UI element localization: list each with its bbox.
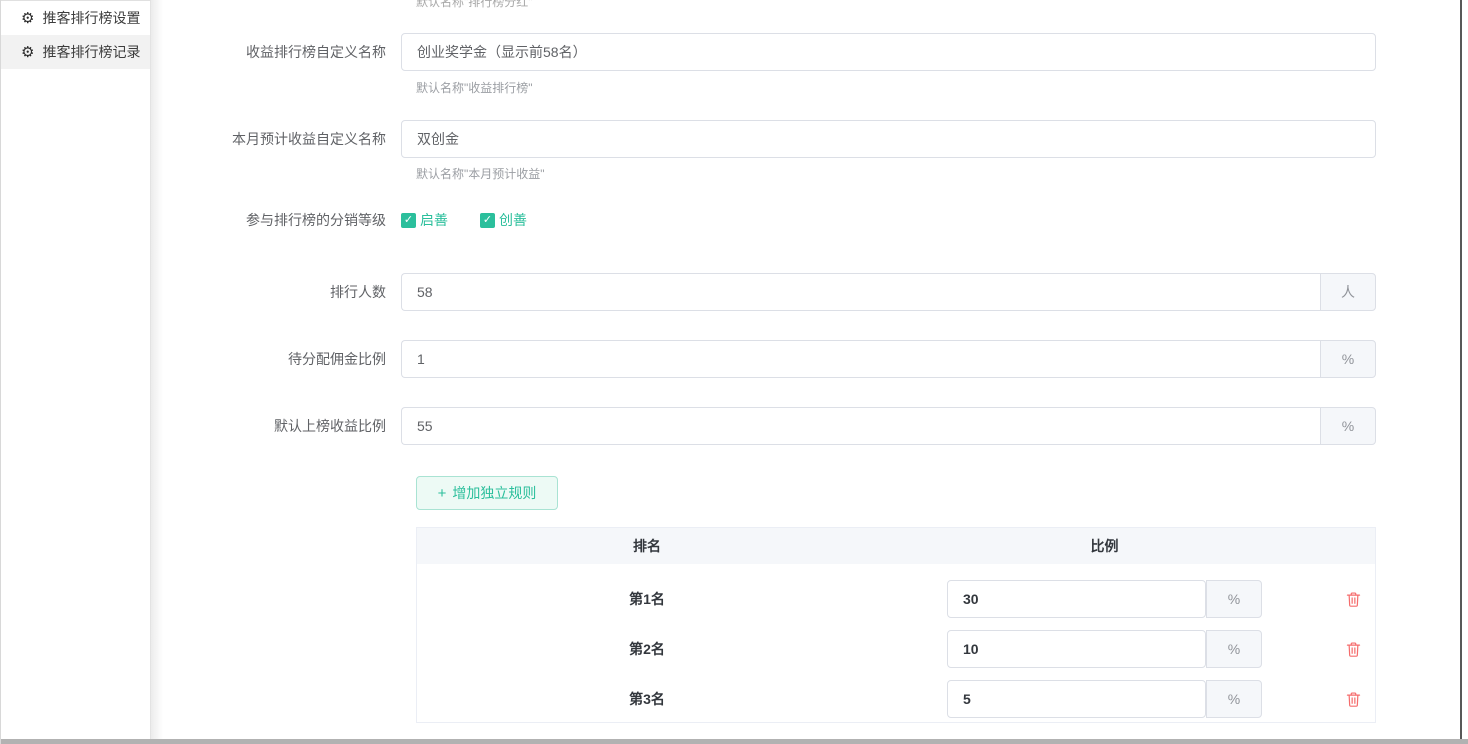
sidebar-item-label: 推客排行榜记录 xyxy=(42,42,140,62)
table-row: 第3名 % xyxy=(417,674,1375,724)
page: ⚙ 推客排行榜设置 ⚙ 推客排行榜记录 默认名称"排行榜分红" 收益排行榜自定义… xyxy=(0,0,1468,744)
rule-ratio-input-1[interactable] xyxy=(947,580,1206,618)
form-row-rank-count: 排行人数 人 xyxy=(163,273,1376,311)
form-row-month-revenue-name: 本月预计收益自定义名称 xyxy=(163,120,1376,158)
unit-addon: % xyxy=(1206,680,1262,718)
delete-rule-button-3[interactable] xyxy=(1344,689,1363,710)
rule-ratio-input-2[interactable] xyxy=(947,630,1206,668)
form-row-pending-commission: 待分配佣金比例 % xyxy=(163,340,1376,378)
field-label: 排行人数 xyxy=(163,273,401,311)
add-rule-button-label: 增加独立规则 xyxy=(452,483,536,503)
checkbox-level-chuangshan[interactable]: ✓ 创善 xyxy=(480,210,527,230)
trash-icon xyxy=(1346,691,1361,708)
column-header-rank: 排名 xyxy=(417,536,877,556)
field-label: 收益排行榜自定义名称 xyxy=(163,33,401,71)
delete-rule-button-2[interactable] xyxy=(1344,639,1363,660)
form-row-default-ratio: 默认上榜收益比例 % xyxy=(163,407,1376,445)
default-ratio-input[interactable] xyxy=(401,407,1320,445)
rules-table-header: 排名 比例 xyxy=(417,528,1375,564)
sidebar-item-leaderboard-records[interactable]: ⚙ 推客排行榜记录 xyxy=(1,35,150,69)
trash-icon xyxy=(1346,591,1361,608)
field-label: 默认上榜收益比例 xyxy=(163,407,401,445)
helper-text: 默认名称"本月预计收益" xyxy=(416,165,545,182)
sidebar: ⚙ 推客排行榜设置 ⚙ 推客排行榜记录 xyxy=(1,0,151,740)
checkbox-level-qishan[interactable]: ✓ 启善 xyxy=(401,210,448,230)
sidebar-item-leaderboard-settings[interactable]: ⚙ 推客排行榜设置 xyxy=(1,1,150,35)
unit-addon: % xyxy=(1320,407,1376,445)
unit-addon: % xyxy=(1320,340,1376,378)
field-label: 参与排行榜的分销等级 xyxy=(163,207,401,233)
table-row: 第2名 % xyxy=(417,624,1375,674)
trash-icon xyxy=(1346,641,1361,658)
rank-count-input[interactable] xyxy=(401,273,1320,311)
delete-rule-button-1[interactable] xyxy=(1344,589,1363,610)
checkbox-checked-icon: ✓ xyxy=(480,213,495,228)
rules-table: 排名 比例 第1名 % xyxy=(416,527,1376,723)
unit-addon: % xyxy=(1206,630,1262,668)
revenue-rank-name-input[interactable] xyxy=(401,33,1376,71)
field-label: 本月预计收益自定义名称 xyxy=(163,120,401,158)
rank-label: 第3名 xyxy=(417,689,877,709)
gear-icon: ⚙ xyxy=(21,45,34,60)
horizontal-scrollbar[interactable] xyxy=(1,739,1468,744)
field-label: 待分配佣金比例 xyxy=(163,340,401,378)
unit-addon: % xyxy=(1206,580,1262,618)
add-rule-button[interactable]: + 增加独立规则 xyxy=(416,476,558,510)
sidebar-item-label: 推客排行榜设置 xyxy=(42,8,140,28)
window-edge xyxy=(1460,0,1462,740)
gear-icon: ⚙ xyxy=(21,11,34,26)
checkbox-checked-icon: ✓ xyxy=(401,213,416,228)
rank-label: 第2名 xyxy=(417,639,877,659)
helper-text: 默认名称"收益排行榜" xyxy=(416,79,533,96)
pending-commission-input[interactable] xyxy=(401,340,1320,378)
unit-addon: 人 xyxy=(1320,273,1376,311)
checkbox-label: 启善 xyxy=(420,210,448,230)
month-revenue-name-input[interactable] xyxy=(401,120,1376,158)
form-row-levels: 参与排行榜的分销等级 ✓ 启善 ✓ 创善 xyxy=(163,207,1376,233)
helper-text-clipped: 默认名称"排行榜分红" xyxy=(416,0,533,10)
plus-icon: + xyxy=(438,485,447,502)
rule-ratio-input-3[interactable] xyxy=(947,680,1206,718)
column-header-ratio: 比例 xyxy=(877,536,1332,556)
checkbox-label: 创善 xyxy=(499,210,527,230)
sidebar-divider xyxy=(151,0,163,740)
form-row-revenue-rank-name: 收益排行榜自定义名称 xyxy=(163,33,1376,71)
table-row: 第1名 % xyxy=(417,574,1375,624)
rank-label: 第1名 xyxy=(417,589,877,609)
